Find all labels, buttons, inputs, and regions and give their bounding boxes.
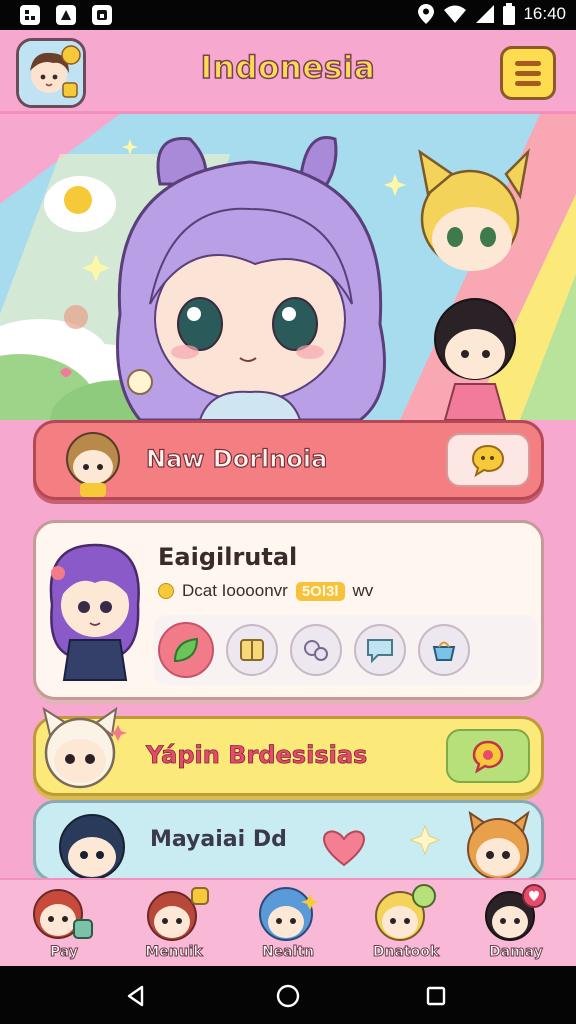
character-avatar [66, 432, 120, 497]
nav-item-pay[interactable]: Pay [18, 884, 110, 966]
item-slot-leaf[interactable] [158, 622, 214, 678]
signal-icon [476, 5, 495, 23]
speech-bubble-icon [367, 639, 393, 664]
chat-bubble-icon [472, 740, 504, 773]
new-card-button[interactable] [446, 433, 530, 487]
new-card-title: Naw Dorlnoia [145, 444, 328, 473]
status-bar: 16:40 [0, 0, 576, 30]
item-slot-book[interactable] [226, 624, 278, 676]
wifi-icon [444, 5, 467, 23]
mayaiai-card-title: Mayaiai Dd [150, 827, 287, 852]
app-notification-icon [56, 5, 76, 25]
sparkle-icon [410, 825, 440, 855]
coin-icon [158, 583, 174, 599]
bottom-navigation: Pay Menuik Nealtn Dnatook Damay [0, 878, 576, 966]
nav-label: Damay [489, 944, 544, 961]
status-time: 16:40 [523, 4, 566, 23]
item-slot-row [154, 615, 538, 685]
battery-icon [503, 3, 516, 25]
character-avatar [49, 543, 140, 681]
recents-button[interactable] [422, 982, 450, 1010]
nav-item-nealtn[interactable]: Nealtn [242, 884, 334, 966]
character-avatar [467, 810, 530, 879]
nav-label: Menuik [145, 944, 203, 961]
nav-label: Pay [49, 944, 79, 961]
leaf-icon [173, 637, 199, 662]
yapin-card-button[interactable] [446, 729, 530, 783]
hamburger-menu-icon [515, 60, 541, 66]
item-slot-basket[interactable] [418, 624, 470, 676]
nav-item-damay[interactable]: Damay [470, 884, 562, 966]
menu-button[interactable] [500, 46, 556, 100]
app-header: Indonesia [0, 30, 576, 114]
home-button[interactable] [274, 982, 302, 1010]
app-notification-icon [92, 5, 112, 25]
nav-item-dnatook[interactable]: Dnatook [360, 884, 452, 966]
profile-sub-text: Dcat Ioooonvr [182, 581, 288, 600]
heart-icon [322, 830, 366, 867]
recents-icon [426, 986, 446, 1006]
character-avatar [42, 706, 127, 789]
nav-label: Dnatook [372, 944, 440, 961]
nav-label: Nealtn [261, 944, 315, 961]
character-avatar [33, 889, 93, 939]
item-slot-bubbles[interactable] [290, 624, 342, 676]
yapin-card-title: Yápin Brdesisias [146, 741, 368, 770]
bubbles-icon [304, 640, 328, 661]
new-card[interactable]: Naw Dorlnoia [33, 420, 544, 500]
character-avatar [259, 887, 319, 941]
mayaiai-card[interactable]: Mayaiai Dd [33, 800, 544, 882]
character-avatar [59, 814, 125, 879]
back-button[interactable] [122, 982, 150, 1010]
app-notification-icon [20, 5, 40, 25]
character-avatar [485, 884, 546, 941]
system-navigation-bar [0, 966, 576, 1024]
item-slot-speech[interactable] [354, 624, 406, 676]
profile-card-subtitle: Dcat Ioooonvr 5Ol3l wv [158, 581, 373, 601]
basket-icon [432, 641, 456, 661]
character-avatar [147, 887, 209, 941]
location-icon [418, 4, 435, 24]
yapin-card[interactable]: Yápin Brdesisias [33, 706, 544, 796]
nav-item-menuik[interactable]: Menuik [128, 884, 220, 966]
chat-bubble-icon [471, 444, 505, 477]
home-icon [276, 984, 300, 1008]
profile-card-title: Eaigilrutal [158, 543, 298, 571]
back-icon [127, 985, 144, 1007]
profile-sub-extra: wv [352, 581, 374, 600]
profile-card[interactable]: Eaigilrutal Dcat Ioooonvr 5Ol3l wv [33, 520, 544, 700]
profile-sub-badge: 5Ol3l [295, 581, 345, 601]
character-avatar [375, 884, 436, 941]
book-icon [240, 639, 264, 661]
hero-illustration [0, 114, 576, 420]
page-title: Indonesia [200, 49, 376, 87]
